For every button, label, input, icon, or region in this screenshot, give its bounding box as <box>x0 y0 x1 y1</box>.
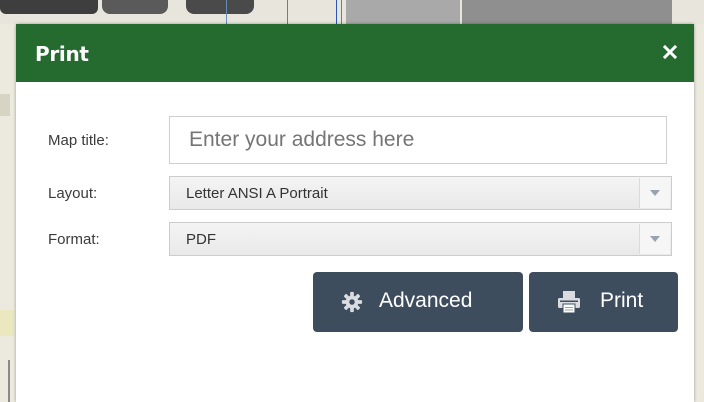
dialog-title: Print <box>35 42 89 66</box>
format-selected-value: PDF <box>186 231 216 248</box>
chevron-down-icon <box>650 190 660 196</box>
format-select[interactable]: PDF <box>169 222 672 256</box>
background-tab <box>102 0 168 14</box>
print-dialog: Print Map title: Layout: Letter ANSI A P… <box>16 24 694 402</box>
background-map-feature <box>8 360 10 402</box>
format-label: Format: <box>48 231 100 248</box>
format-dropdown-arrow[interactable] <box>639 224 670 254</box>
close-button[interactable] <box>658 40 682 64</box>
background-divider <box>336 0 337 24</box>
background-tab <box>0 0 98 14</box>
layout-label: Layout: <box>48 185 98 202</box>
dialog-header: Print <box>16 24 694 82</box>
chevron-down-icon <box>650 236 660 242</box>
background-tab <box>186 0 254 14</box>
map-title-input[interactable] <box>169 116 667 164</box>
background-divider <box>226 0 227 24</box>
map-title-label: Map title: <box>48 132 109 149</box>
background-divider <box>341 0 342 24</box>
background-divider <box>287 0 288 24</box>
layout-selected-value: Letter ANSI A Portrait <box>186 185 328 202</box>
print-button[interactable]: Print <box>529 272 678 332</box>
background-panel <box>462 0 672 24</box>
advanced-button-label: Advanced <box>379 289 473 312</box>
background-panel <box>346 0 460 24</box>
layout-dropdown-arrow[interactable] <box>639 178 670 208</box>
background-map-feature <box>0 94 10 116</box>
gear-icon <box>341 291 363 313</box>
advanced-button[interactable]: Advanced <box>313 272 523 332</box>
close-icon <box>662 44 678 60</box>
background-map-feature <box>0 310 14 336</box>
print-button-label: Print <box>600 289 644 312</box>
layout-select[interactable]: Letter ANSI A Portrait <box>169 176 672 210</box>
printer-icon <box>558 291 580 313</box>
